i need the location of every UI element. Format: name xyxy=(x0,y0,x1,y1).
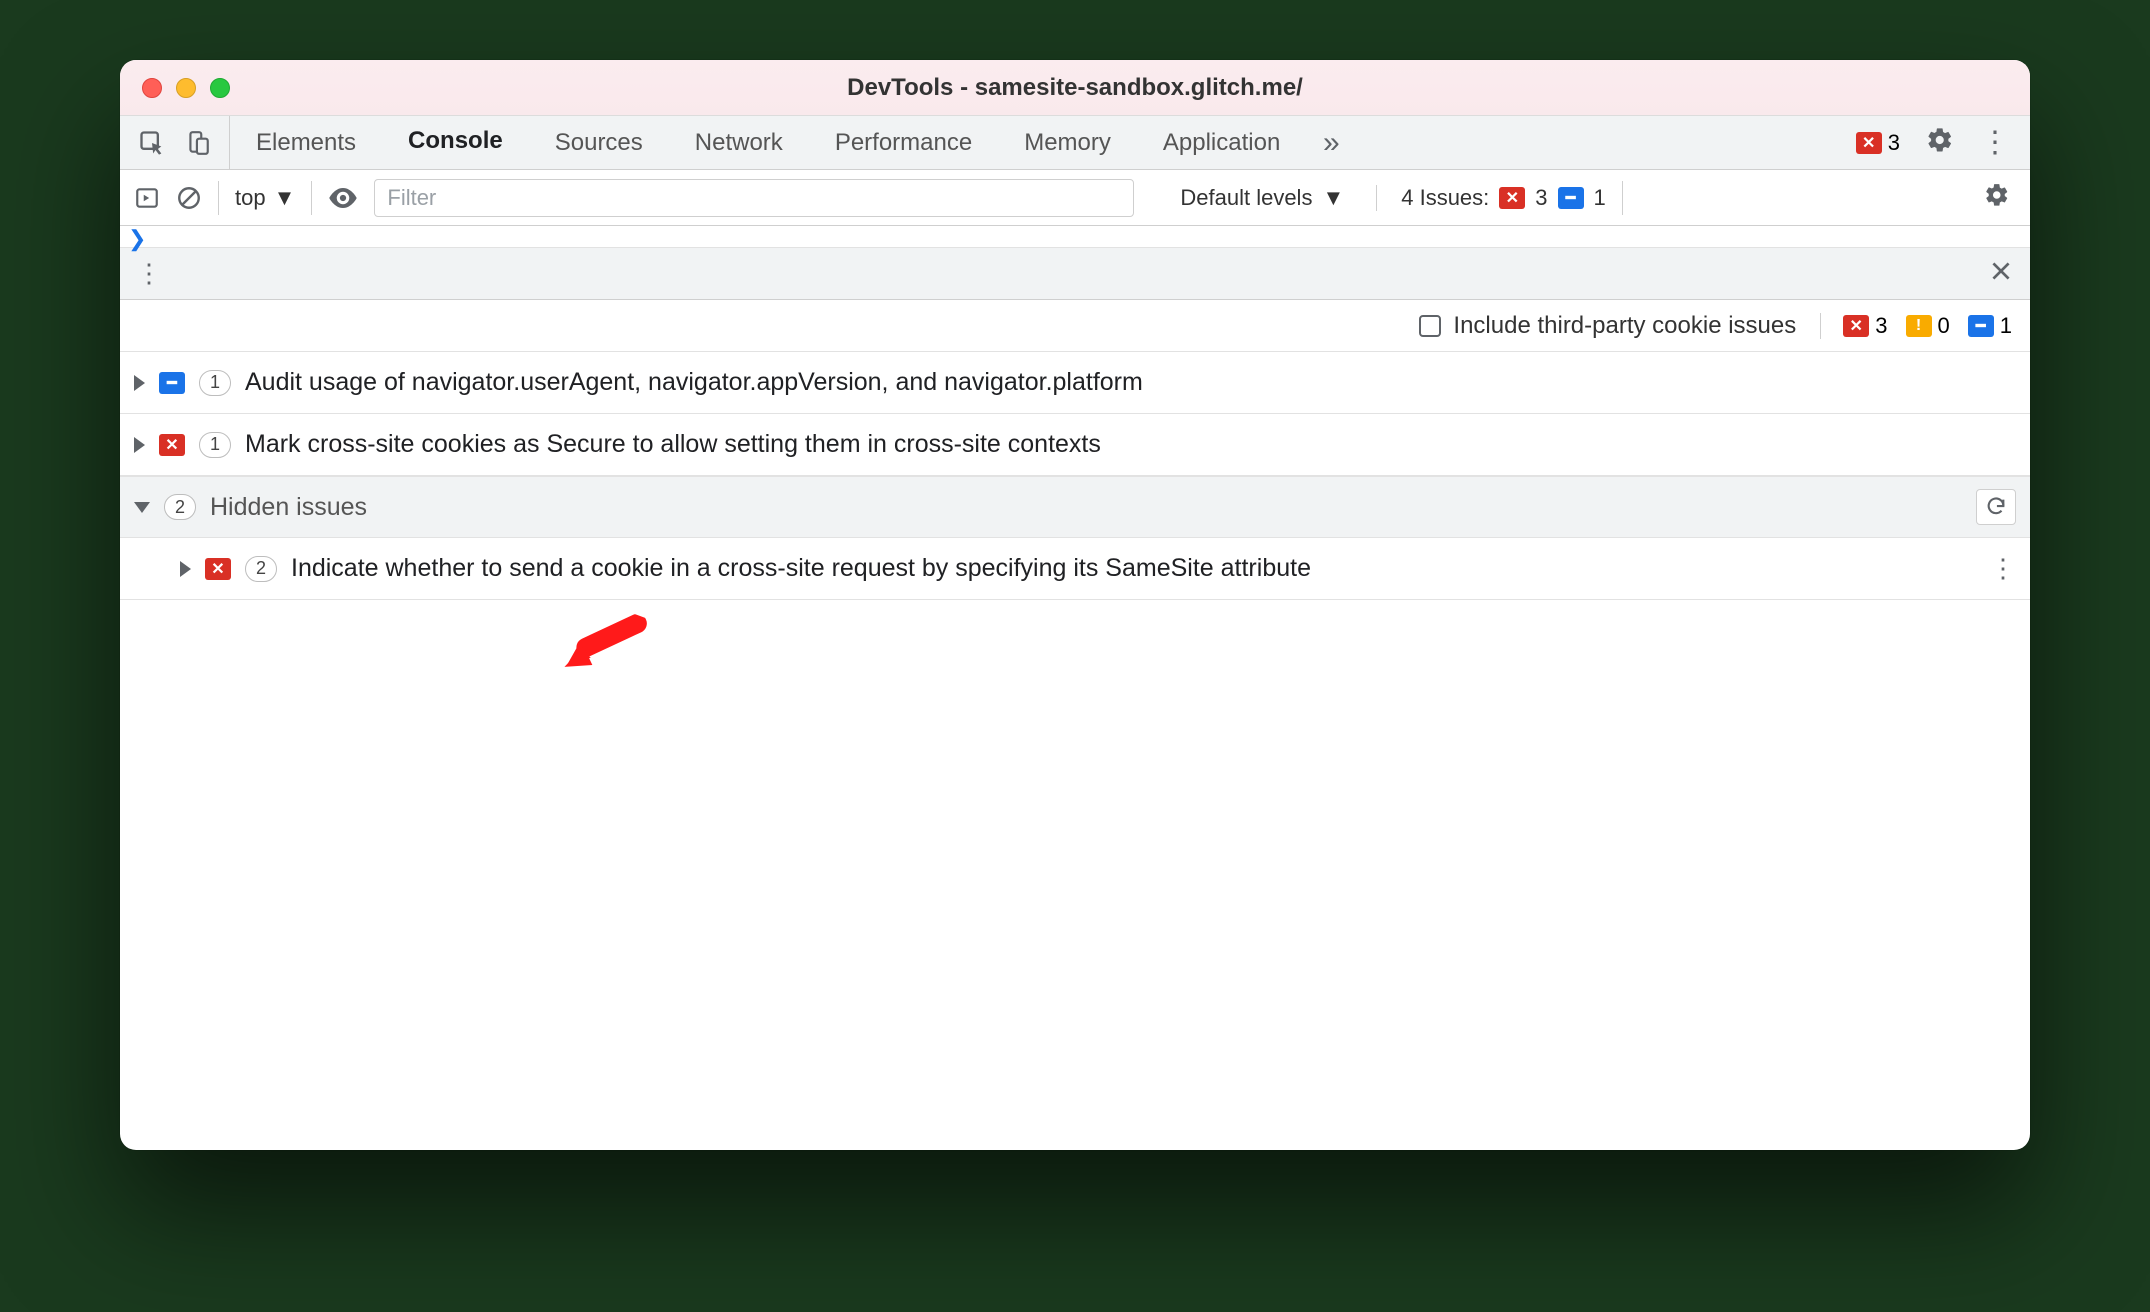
maximize-window-button[interactable] xyxy=(210,78,230,98)
issue-title: Audit usage of navigator.userAgent, navi… xyxy=(245,368,1143,397)
tabs-overflow-button[interactable]: » xyxy=(1306,116,1356,169)
tabbar-right-tools: ✕ 3 ⋮ xyxy=(1836,116,2030,169)
warning-icon: ! xyxy=(1906,315,1932,337)
warning-count: ! 0 xyxy=(1906,313,1950,339)
issues-list: ━ 1 Audit usage of navigator.userAgent, … xyxy=(120,352,2030,600)
issues-drawer-header: ⋮ xyxy=(120,248,2030,300)
info-icon: ━ xyxy=(1558,187,1584,209)
toggle-drawer-icon[interactable] xyxy=(134,185,160,211)
issues-filter-bar: Include third-party cookie issues ✕ 3 ! … xyxy=(120,300,2030,352)
separator xyxy=(311,181,312,215)
device-toolbar-icon[interactable] xyxy=(185,130,211,156)
console-filter-input[interactable] xyxy=(374,179,1134,217)
info-icon: ━ xyxy=(159,372,185,394)
panel-tabs: Elements Console Sources Network Perform… xyxy=(230,116,1836,169)
error-icon: ✕ xyxy=(1856,132,1882,154)
issue-row-kebab-icon[interactable]: ⋮ xyxy=(1990,553,2016,584)
expand-triangle-icon xyxy=(134,437,145,453)
levels-label: Default levels xyxy=(1180,185,1312,211)
hidden-issues-section[interactable]: 2 Hidden issues xyxy=(120,476,2030,538)
checkbox-label: Include third-party cookie issues xyxy=(1453,312,1796,340)
annotation-arrow-icon xyxy=(549,593,652,696)
issues-counter[interactable]: 4 Issues: ✕ 3 ━ 1 xyxy=(1376,185,1606,211)
checkbox-icon xyxy=(1419,315,1441,337)
issue-row[interactable]: ✕ 1 Mark cross-site cookies as Secure to… xyxy=(120,414,2030,476)
live-expression-eye-icon[interactable] xyxy=(328,187,358,209)
minimize-window-button[interactable] xyxy=(176,78,196,98)
execution-context-selector[interactable]: top ▼ xyxy=(235,185,295,211)
console-caret-icon: ❯ xyxy=(128,226,146,251)
issues-label: 4 Issues: xyxy=(1401,185,1489,211)
issues-counts: ✕ 3 ! 0 ━ 1 xyxy=(1820,313,2012,339)
tab-memory[interactable]: Memory xyxy=(998,116,1137,169)
issues-drawer-kebab-icon[interactable]: ⋮ xyxy=(136,258,162,289)
chevron-down-icon: ▼ xyxy=(274,185,296,211)
log-levels-selector[interactable]: Default levels ▼ xyxy=(1180,185,1344,211)
chevron-down-icon: ▼ xyxy=(1322,185,1344,211)
inspect-element-icon[interactable] xyxy=(138,129,166,157)
console-toolbar: top ▼ Default levels ▼ 4 Issues: ✕ 3 ━ 1 xyxy=(120,170,2030,226)
devtools-window: DevTools - samesite-sandbox.glitch.me/ E… xyxy=(120,60,2030,1150)
tab-performance[interactable]: Performance xyxy=(809,116,998,169)
error-icon: ✕ xyxy=(159,434,185,456)
tab-sources[interactable]: Sources xyxy=(529,116,669,169)
settings-gear-icon[interactable] xyxy=(1926,126,1954,159)
panel-tabstrip: Elements Console Sources Network Perform… xyxy=(120,116,2030,170)
issues-info-count: 1 xyxy=(1594,185,1606,211)
issue-row[interactable]: ━ 1 Audit usage of navigator.userAgent, … xyxy=(120,352,2030,414)
issues-error-count: 3 xyxy=(1535,185,1547,211)
console-prompt-area[interactable]: ❯ xyxy=(120,226,2030,248)
error-icon: ✕ xyxy=(1843,315,1869,337)
expand-triangle-icon xyxy=(134,375,145,391)
issue-count-badge: 2 xyxy=(245,556,277,582)
hidden-section-label: Hidden issues xyxy=(210,493,367,522)
expand-triangle-icon xyxy=(180,561,191,577)
window-titlebar: DevTools - samesite-sandbox.glitch.me/ xyxy=(120,60,2030,116)
error-icon: ✕ xyxy=(1499,187,1525,209)
error-icon: ✕ xyxy=(205,558,231,580)
tab-elements[interactable]: Elements xyxy=(230,116,382,169)
separator xyxy=(218,181,219,215)
info-icon: ━ xyxy=(1968,315,1994,337)
issue-count-badge: 1 xyxy=(199,370,231,396)
tab-left-tools xyxy=(120,116,230,169)
context-label: top xyxy=(235,185,266,211)
issues-drawer-close-icon[interactable] xyxy=(1988,258,2014,289)
errors-badge[interactable]: ✕ 3 xyxy=(1856,130,1900,156)
issue-title: Indicate whether to send a cookie in a c… xyxy=(291,554,1976,583)
close-window-button[interactable] xyxy=(142,78,162,98)
main-menu-kebab-icon[interactable]: ⋮ xyxy=(1980,125,2010,160)
refresh-hidden-button[interactable] xyxy=(1976,489,2016,525)
tab-application[interactable]: Application xyxy=(1137,116,1306,169)
clear-console-icon[interactable] xyxy=(176,185,202,211)
collapse-triangle-icon xyxy=(134,502,150,513)
include-third-party-checkbox[interactable]: Include third-party cookie issues xyxy=(1419,312,1796,340)
tab-console[interactable]: Console xyxy=(382,116,529,169)
tab-network[interactable]: Network xyxy=(669,116,809,169)
error-count: ✕ 3 xyxy=(1843,313,1887,339)
traffic-lights xyxy=(142,78,230,98)
issue-count-badge: 1 xyxy=(199,432,231,458)
info-count: ━ 1 xyxy=(1968,313,2012,339)
separator xyxy=(1622,181,1623,215)
errors-count: 3 xyxy=(1888,130,1900,156)
issue-title: Mark cross-site cookies as Secure to all… xyxy=(245,430,1101,459)
hidden-issue-row[interactable]: ✕ 2 Indicate whether to send a cookie in… xyxy=(120,538,2030,600)
hidden-count-badge: 2 xyxy=(164,494,196,520)
window-title: DevTools - samesite-sandbox.glitch.me/ xyxy=(120,74,2030,102)
console-settings-gear-icon[interactable] xyxy=(1984,182,2010,213)
